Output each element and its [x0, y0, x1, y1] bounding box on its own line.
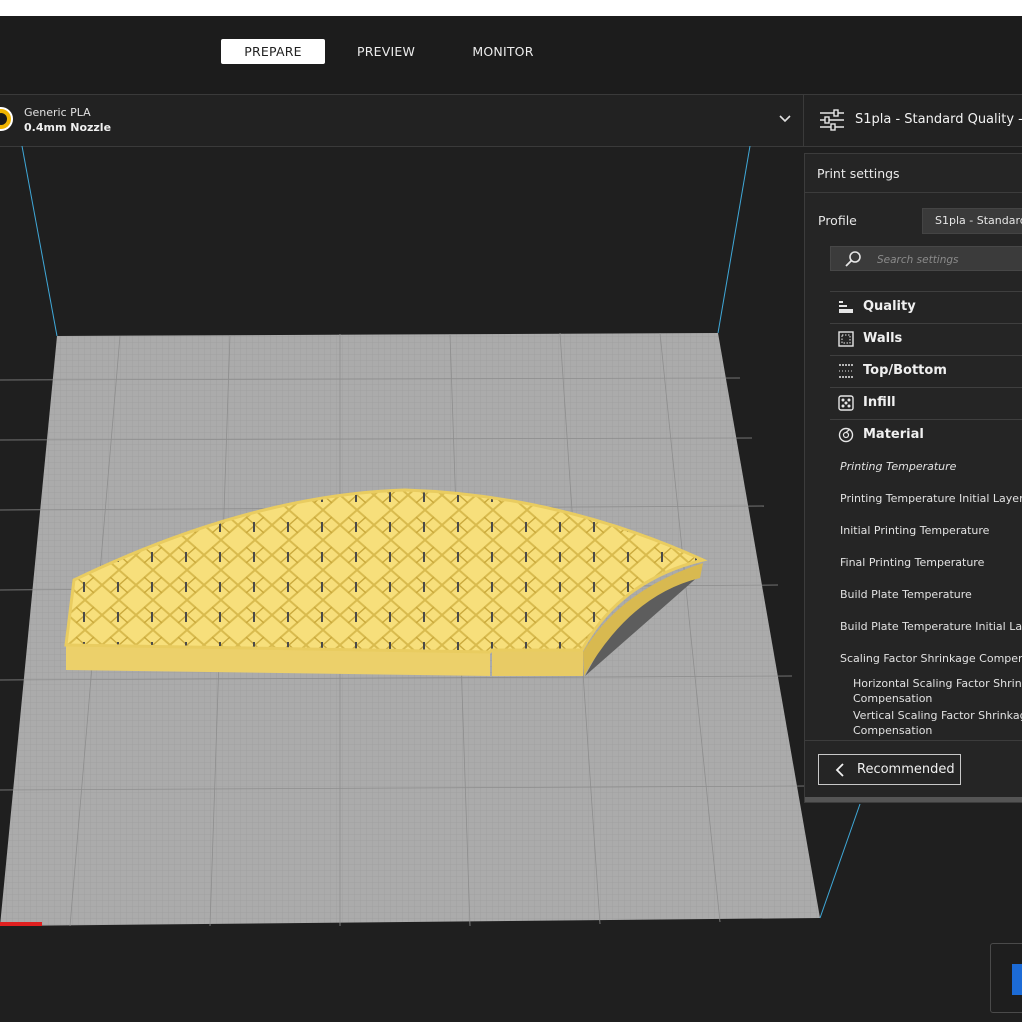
search-icon [845, 251, 861, 267]
panel-scrollbar[interactable] [805, 797, 1022, 802]
sliders-icon[interactable] [818, 108, 846, 132]
setting-printing-temperature-initial-layer[interactable]: Printing Temperature Initial Layer [840, 492, 1022, 505]
print-setup-title[interactable]: S1pla - Standard Quality - 0.2 [855, 112, 1022, 127]
panel-divider [805, 192, 1022, 193]
setting-final-printing-temperature[interactable]: Final Printing Temperature [840, 556, 984, 569]
setting-scaling-factor-shrinkage[interactable]: Scaling Factor Shrinkage Compensation [840, 652, 1022, 665]
setting-build-plate-temperature-initial-layer[interactable]: Build Plate Temperature Initial Layer [840, 620, 1022, 633]
setting-initial-printing-temperature[interactable]: Initial Printing Temperature [840, 524, 989, 537]
material-name[interactable]: Generic PLA [24, 106, 91, 119]
tab-prepare[interactable]: PREPARE [221, 39, 325, 64]
quality-icon [839, 301, 853, 313]
setting-horizontal-scaling-line1[interactable]: Horizontal Scaling Factor Shrinkage [853, 677, 1022, 690]
infill-icon [838, 395, 854, 411]
header-divider [803, 94, 804, 146]
profile-value[interactable]: S1pla - Standard [935, 214, 1022, 227]
slice-button[interactable] [1012, 964, 1022, 995]
category-label-walls: Walls [863, 331, 903, 346]
setting-build-plate-temperature[interactable]: Build Plate Temperature [840, 588, 972, 601]
tab-preview[interactable]: PREVIEW [344, 39, 428, 64]
category-label-quality: Quality [863, 299, 916, 314]
setting-horizontal-scaling-line2[interactable]: Compensation [853, 692, 932, 705]
nozzle-size[interactable]: 0.4mm Nozzle [24, 121, 111, 134]
category-walls[interactable] [830, 323, 1022, 355]
profile-label: Profile [818, 213, 857, 228]
setting-printing-temperature[interactable]: Printing Temperature [840, 460, 956, 473]
category-infill[interactable] [830, 387, 1022, 419]
setting-vertical-scaling-line2[interactable]: Compensation [853, 724, 932, 737]
material-icon [838, 427, 854, 443]
category-label-top-bottom: Top/Bottom [863, 363, 947, 378]
category-label-infill: Infill [863, 395, 896, 410]
category-label-material: Material [863, 427, 924, 442]
chevron-left-icon [835, 763, 844, 777]
category-material[interactable] [830, 419, 1022, 451]
chevron-down-icon[interactable] [778, 112, 792, 126]
setting-vertical-scaling-line1[interactable]: Vertical Scaling Factor Shrinkage [853, 709, 1022, 722]
top-bottom-icon [839, 364, 853, 378]
search-placeholder: Search settings [877, 254, 959, 266]
walls-icon [838, 331, 854, 347]
recommended-label: Recommended [857, 762, 955, 777]
panel-divider-bottom [805, 740, 1022, 741]
category-quality[interactable] [830, 291, 1022, 323]
tab-monitor[interactable]: MONITOR [458, 39, 548, 64]
panel-title: Print settings [817, 166, 900, 181]
window-top-strip [0, 0, 1022, 16]
